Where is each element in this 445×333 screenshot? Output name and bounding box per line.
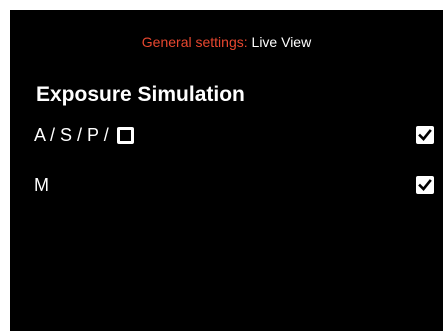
checkmark-icon	[418, 129, 432, 141]
breadcrumb-current: Live View	[251, 34, 312, 50]
breadcrumb: General settings: Live View	[10, 34, 443, 50]
option-label-asp-group: A / S / P /	[34, 125, 134, 146]
option-row-asp[interactable]: A / S / P /	[34, 120, 434, 150]
option-row-m[interactable]: M	[34, 170, 434, 200]
option-label-asp: A / S / P /	[34, 124, 109, 145]
camera-menu-screen: General settings: Live View Exposure Sim…	[10, 10, 443, 331]
checkmark-icon	[418, 179, 432, 191]
square-mode-icon	[116, 126, 134, 144]
checkbox-m[interactable]	[416, 176, 434, 194]
option-label-m: M	[34, 174, 49, 195]
checkbox-asp[interactable]	[416, 126, 434, 144]
breadcrumb-parent: General settings:	[141, 34, 248, 50]
page-title: Exposure Simulation	[36, 83, 245, 106]
